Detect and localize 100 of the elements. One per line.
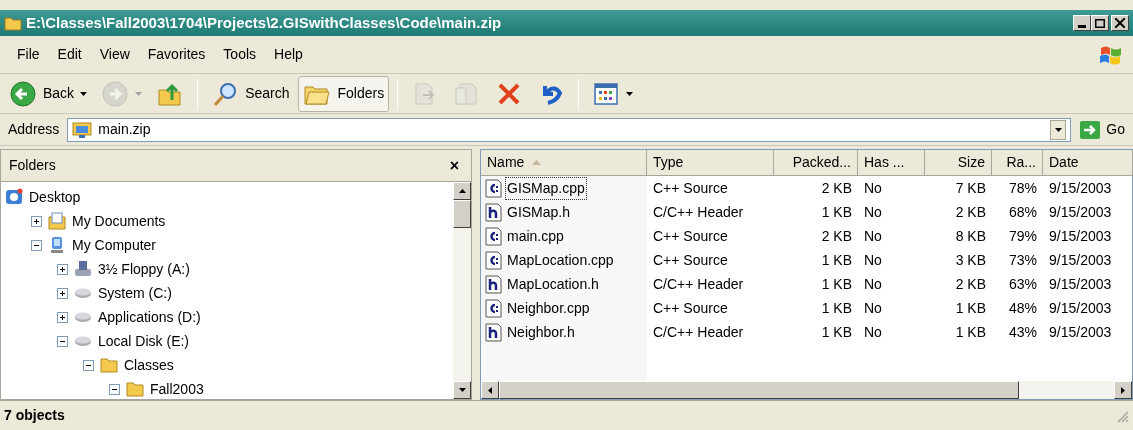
desktop-icon	[5, 188, 23, 206]
header-file-icon	[485, 274, 502, 294]
menu-item[interactable]: File	[8, 44, 49, 65]
tree-item[interactable]: Desktop	[29, 186, 81, 208]
table-cell-text: 1 KB	[821, 202, 852, 222]
tree-item[interactable]: Fall2003	[150, 378, 204, 399]
zip-folder-icon	[72, 120, 93, 139]
expand-box-icon[interactable]	[31, 215, 42, 227]
documents-folder-icon	[48, 212, 66, 230]
tree-item[interactable]: My Documents	[72, 210, 166, 232]
header-file-icon	[485, 202, 502, 222]
collapse-box-icon[interactable]	[109, 383, 120, 395]
table-cell-text: C++ Source	[653, 298, 728, 318]
expand-box-icon[interactable]	[57, 287, 68, 299]
table-cell-text: 1 KB	[821, 322, 852, 342]
tree-item[interactable]: Classes	[124, 354, 174, 376]
minimize-button[interactable]	[1073, 15, 1091, 31]
table-cell-text: 9/15/2003	[1049, 298, 1112, 318]
table-cell-text: 2 KB	[821, 226, 852, 246]
back-button[interactable]: Back	[4, 75, 93, 112]
file-name[interactable]: main.cpp	[506, 225, 565, 247]
column-header[interactable]: Packed...	[774, 150, 858, 176]
cpp-file-icon	[485, 298, 502, 318]
file-name[interactable]: MapLocation.h	[506, 273, 600, 295]
column-header[interactable]: Has ...	[858, 150, 925, 176]
file-name[interactable]: GISMap.cpp	[506, 177, 586, 199]
table-cell-text: 48%	[1008, 298, 1037, 318]
address-field[interactable]: main.zip	[67, 117, 1072, 142]
scroll-up-button[interactable]	[453, 182, 471, 200]
expand-box-icon[interactable]	[57, 263, 68, 275]
table-cell-text: C/C++ Header	[653, 274, 744, 294]
collapse-box-icon[interactable]	[31, 239, 42, 251]
table-cell-text: C++ Source	[653, 250, 728, 270]
caret-icon	[626, 91, 634, 96]
vertical-scrollbar[interactable]	[453, 182, 471, 399]
sort-ascending-icon	[532, 160, 542, 165]
go-button[interactable]: Go	[1075, 119, 1129, 140]
table-cell-text: 1 KB	[955, 322, 986, 342]
menu-item[interactable]: Help	[265, 44, 312, 65]
tree-item[interactable]: System (C:)	[98, 282, 172, 304]
menu-item[interactable]: Favorites	[138, 44, 215, 65]
menu-item[interactable]: Tools	[214, 44, 266, 65]
collapse-box-icon[interactable]	[57, 335, 68, 347]
tree-item[interactable]: Local Disk (E:)	[98, 330, 190, 352]
close-button[interactable]: ×	[445, 153, 463, 178]
file-name[interactable]: Neighbor.cpp	[506, 297, 591, 319]
table-cell-text: 1 KB	[821, 298, 852, 318]
maximize-button[interactable]	[1091, 15, 1109, 31]
table-cell-text: No	[864, 202, 882, 222]
close-icon	[1115, 18, 1125, 28]
address-label: Address	[7, 120, 61, 139]
column-header[interactable]: Ra...	[992, 150, 1043, 176]
tree-item[interactable]: 3½ Floppy (A:)	[98, 258, 190, 280]
table-cell-text: 2 KB	[955, 202, 986, 222]
table-cell-text: 9/15/2003	[1049, 274, 1112, 294]
table-cell-text: 43%	[1008, 322, 1037, 342]
menu-item[interactable]: Edit	[48, 44, 91, 65]
table-cell-text: No	[864, 298, 882, 318]
table-cell-text: 7 KB	[955, 178, 986, 198]
table-cell-text: 9/15/2003	[1049, 250, 1112, 270]
column-header[interactable]: Date	[1043, 150, 1133, 176]
scrollbar-thumb[interactable]	[453, 200, 471, 228]
up-arrow-icon	[458, 189, 466, 193]
caret-icon	[135, 91, 143, 96]
table-cell-text: 1 KB	[821, 274, 852, 294]
expand-box-icon[interactable]	[57, 311, 68, 323]
scrollbar-thumb[interactable]	[499, 381, 1019, 399]
folders-button[interactable]: Folders	[298, 75, 390, 112]
table-cell-text: No	[864, 322, 882, 342]
tree-item[interactable]: Applications (D:)	[98, 306, 201, 328]
folder-icon	[126, 380, 144, 398]
file-name[interactable]: GISMap.h	[506, 201, 572, 223]
minimize-icon	[1078, 25, 1086, 28]
close-button[interactable]	[1111, 15, 1129, 31]
caret-icon	[80, 91, 88, 96]
table-cell-text: 8 KB	[955, 226, 986, 246]
horizontal-scrollbar[interactable]	[481, 381, 1132, 399]
table-cell-text: 78%	[1008, 178, 1037, 198]
table-cell-text: No	[864, 226, 882, 246]
left-arrow-icon	[488, 386, 492, 394]
table-cell-text: 9/15/2003	[1049, 202, 1112, 222]
tree-item[interactable]: My Computer	[72, 234, 157, 256]
column-header[interactable]: Size	[925, 150, 992, 176]
table-cell-text: 73%	[1008, 250, 1037, 270]
scroll-left-button[interactable]	[481, 381, 499, 399]
dropdown-button[interactable]	[1050, 119, 1067, 140]
table-cell-text: 1 KB	[821, 250, 852, 270]
menu-item[interactable]: View	[90, 44, 139, 65]
column-header[interactable]: Type	[647, 150, 774, 176]
table-cell-text: 79%	[1008, 226, 1037, 246]
window-title: E:\Classes\Fall2003\1704\Projects\2.GISwithClasses\Code\main.zip	[26, 12, 503, 33]
table-cell-text: 63%	[1008, 274, 1037, 294]
scroll-down-button[interactable]	[453, 381, 471, 399]
table-cell-text: 68%	[1008, 202, 1037, 222]
file-name[interactable]: Neighbor.h	[506, 321, 576, 343]
scroll-right-button[interactable]	[1114, 381, 1132, 399]
file-name[interactable]: MapLocation.cpp	[506, 249, 615, 271]
search-button[interactable]: Search	[206, 75, 295, 112]
collapse-box-icon[interactable]	[83, 359, 94, 371]
cpp-file-icon	[485, 226, 502, 246]
